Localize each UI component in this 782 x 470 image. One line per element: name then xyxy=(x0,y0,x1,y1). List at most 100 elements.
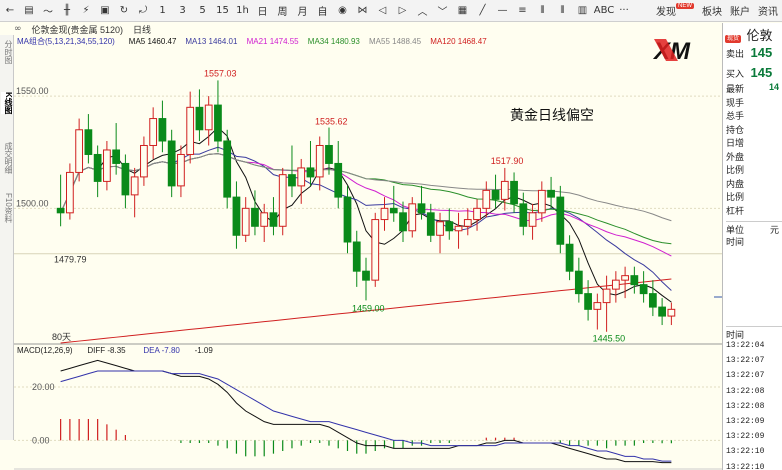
draw-icon[interactable]: ⋈ xyxy=(353,2,372,20)
line1-icon[interactable]: ╱ xyxy=(473,2,492,20)
line-icon[interactable]: 〜 xyxy=(39,2,57,20)
period-button-2[interactable]: 5 xyxy=(193,2,212,20)
candle-body xyxy=(186,106,195,155)
menu-item-3[interactable]: 资讯 xyxy=(758,3,778,18)
stock-icon[interactable]: ⚡ xyxy=(77,2,95,20)
bars3-icon[interactable]: ▥ xyxy=(573,2,592,20)
refresh-icon[interactable]: ↻ xyxy=(115,2,133,20)
new-badge: NEW xyxy=(676,3,694,9)
days-label: 80天 xyxy=(52,332,71,342)
candle-body xyxy=(584,293,592,310)
candle-body xyxy=(334,162,343,198)
line2-icon[interactable]: — xyxy=(493,2,512,20)
candle-body xyxy=(380,207,389,221)
field-7: 内盘 xyxy=(726,178,745,189)
bars2-icon[interactable]: ⦀ xyxy=(553,2,572,20)
field-8: 比例 xyxy=(726,192,745,202)
period-button-8[interactable]: 自 xyxy=(313,2,332,20)
tab-3[interactable]: F10资料 xyxy=(1,193,13,223)
more-button[interactable]: ··· xyxy=(616,2,632,20)
candle-body xyxy=(232,196,241,236)
period-button-6[interactable]: 周 xyxy=(273,2,292,20)
rotate-icon[interactable]: ⤾ xyxy=(134,2,152,20)
sell-value[interactable]: 145 xyxy=(751,45,773,60)
ma-legend-4: MA34 1480.93 xyxy=(308,37,361,46)
period-button-3[interactable]: 15 xyxy=(213,2,232,20)
candle-body xyxy=(260,212,269,227)
candle-body xyxy=(241,207,250,236)
menu-item-2[interactable]: 账户 xyxy=(730,3,750,18)
ma-legend-0: MA组合(5,13,21,34,55,120) xyxy=(17,36,115,46)
line3-icon[interactable]: ≡ xyxy=(513,2,532,20)
candle-body xyxy=(278,174,287,227)
abc-button[interactable]: ABC xyxy=(593,2,615,20)
candle-body xyxy=(158,118,167,142)
candle-body xyxy=(547,189,555,198)
down-icon[interactable]: ﹀ xyxy=(433,2,452,20)
trade-time: 13:22:04 xyxy=(726,341,765,350)
period-button-0[interactable]: 1 xyxy=(153,2,172,20)
candle-body xyxy=(528,212,537,227)
tab-0[interactable]: 分时图 xyxy=(1,40,13,64)
candle-body xyxy=(593,302,602,310)
candle-body xyxy=(648,293,657,308)
candle-body xyxy=(510,180,518,205)
right-icon[interactable]: ▷ xyxy=(393,2,412,20)
candle-body xyxy=(556,196,565,245)
unit-value: 元 xyxy=(770,225,780,235)
candle-body xyxy=(297,167,306,187)
menu-item-0[interactable]: 发现 xyxy=(656,7,676,18)
layout-icon[interactable]: ▦ xyxy=(453,2,472,20)
eye-icon[interactable]: ◉ xyxy=(333,2,352,20)
ohlc-icon[interactable]: ╫ xyxy=(58,2,76,20)
left-icon[interactable]: ◁ xyxy=(373,2,392,20)
period-button-5[interactable]: 日 xyxy=(253,2,272,20)
reference-label: 1479.79 xyxy=(54,255,87,265)
period-button-7[interactable]: 月 xyxy=(293,2,312,20)
table-icon[interactable]: ▤ xyxy=(20,2,38,20)
period-button-4[interactable]: 1h xyxy=(233,2,252,20)
candle-body xyxy=(195,106,204,131)
instrument-name: 伦敦金现(贵金属 5120) xyxy=(31,24,124,35)
y-tick-label: 1550.00 xyxy=(16,86,49,96)
tab-2[interactable]: 成交明细 xyxy=(1,142,13,174)
macd-legend-0: MACD(12,26,9) xyxy=(17,346,73,355)
buy-value[interactable]: 145 xyxy=(751,65,773,80)
candle-body xyxy=(223,140,232,198)
bars1-icon[interactable]: ⦀ xyxy=(533,2,552,20)
tab-1[interactable]: K线图 xyxy=(1,92,13,114)
candle-body xyxy=(482,189,491,209)
back-icon[interactable]: ← xyxy=(1,2,19,20)
candle-body xyxy=(315,144,324,178)
up-icon[interactable]: ︿ xyxy=(413,2,432,20)
save-icon[interactable]: ▣ xyxy=(96,2,114,20)
last-price-value: 14 xyxy=(769,82,780,92)
candle-body xyxy=(639,284,648,295)
candle-body xyxy=(630,275,639,286)
price-annotation: 1557.03 xyxy=(204,68,237,78)
candle-body xyxy=(288,174,296,187)
candle-body xyxy=(537,189,546,214)
candle-body xyxy=(362,270,370,281)
period-button-1[interactable]: 3 xyxy=(173,2,192,20)
candle-body xyxy=(371,219,380,281)
field-5: 外盘 xyxy=(726,151,745,162)
candle-body xyxy=(140,144,148,178)
candle-body xyxy=(667,308,676,317)
ma-legend-6: MA120 1468.47 xyxy=(430,37,487,46)
candle-body xyxy=(658,306,666,317)
candle-body xyxy=(574,270,583,295)
field-4: 日增 xyxy=(726,138,745,148)
candle-body xyxy=(177,153,185,187)
macd-y-tick-label: 0.00 xyxy=(32,435,50,445)
trade-time: 13:22:08 xyxy=(726,386,765,396)
y-tick-label: 1500.00 xyxy=(16,198,49,208)
toolbar-tools: ◉ ⋈ ◁ ▷ ︿ ﹀ ▦ ╱ — ≡ ⦀ ⦀ ▥ xyxy=(332,2,592,20)
candle-body xyxy=(66,171,74,214)
trade-time: 13:22:09 xyxy=(726,432,765,442)
field-6: 比例 xyxy=(726,165,745,175)
toolbar-right-menu: 发现NEW 板块 账户 资讯 xyxy=(656,3,778,18)
candle-body xyxy=(408,203,417,232)
discover-wrap[interactable]: 发现NEW xyxy=(656,3,694,18)
menu-item-1[interactable]: 板块 xyxy=(702,3,722,18)
